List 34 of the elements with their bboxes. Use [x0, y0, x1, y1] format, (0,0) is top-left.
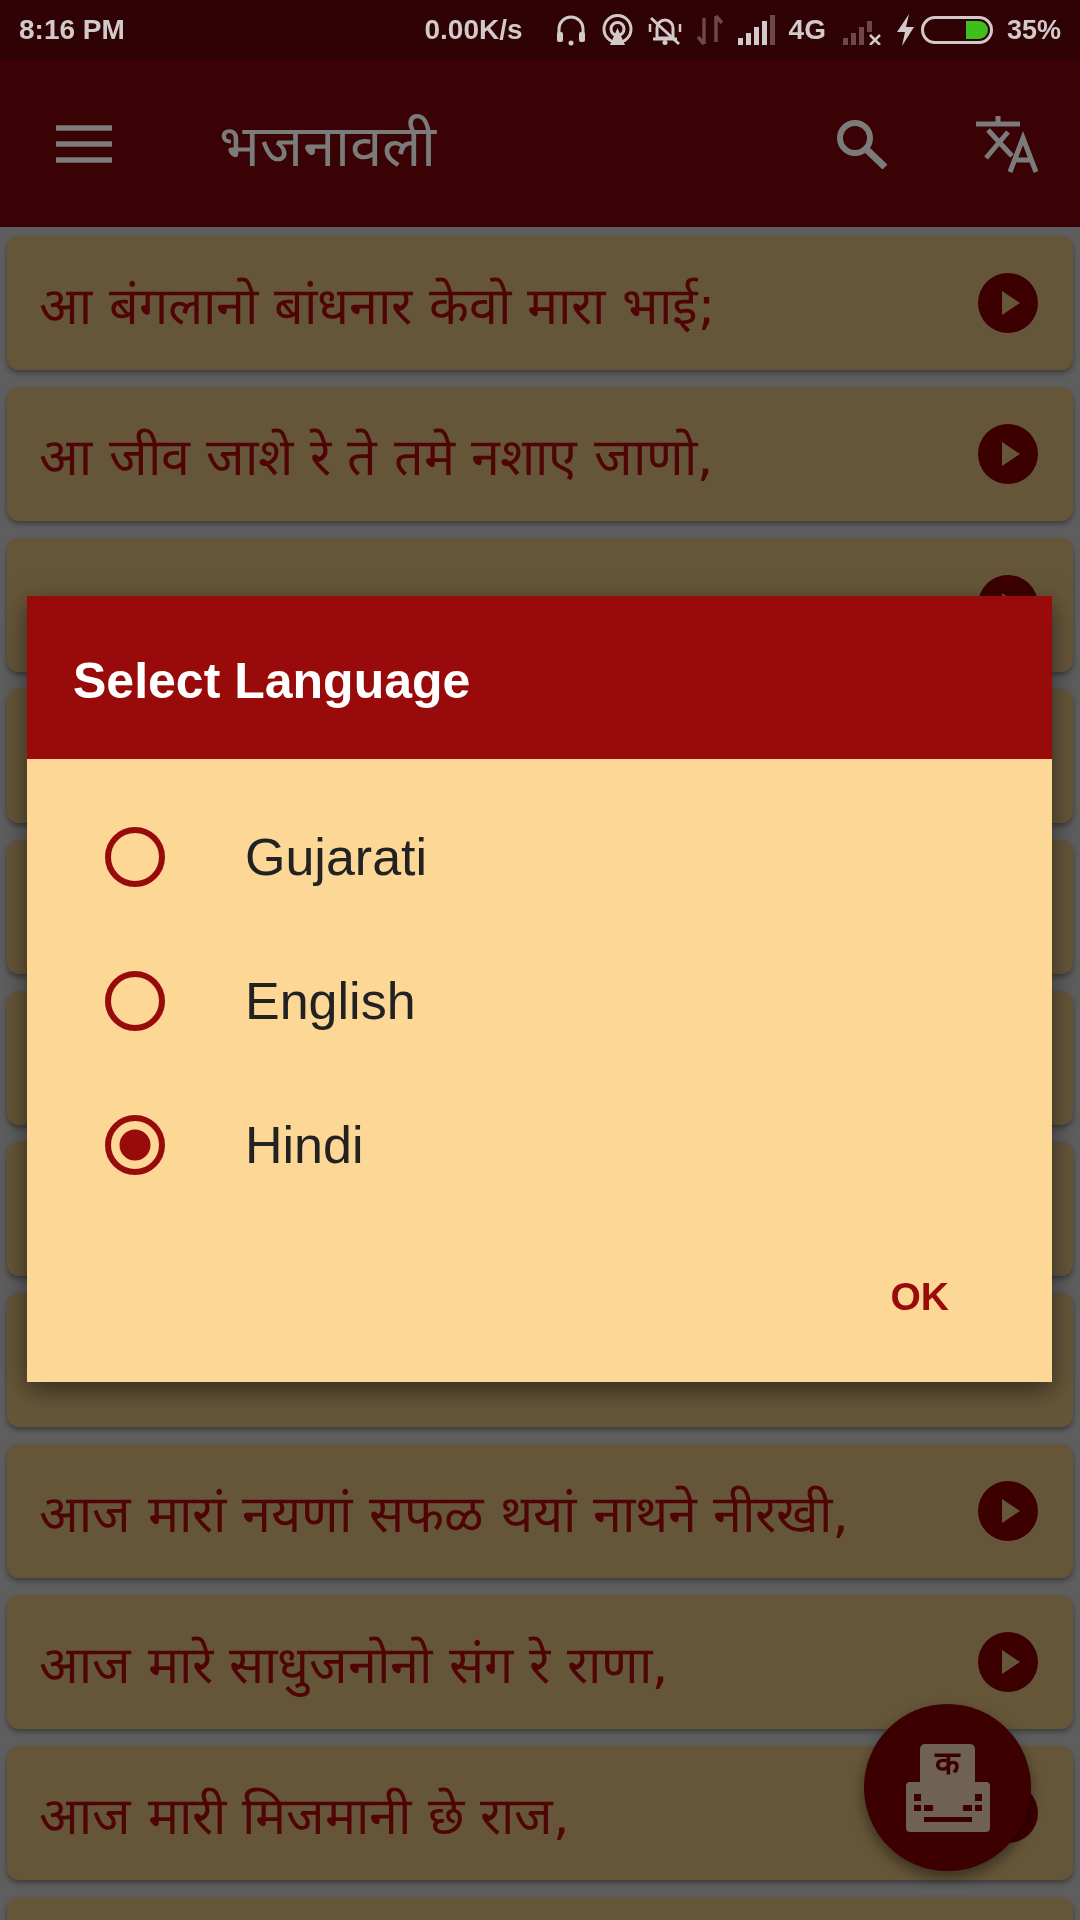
play-icon[interactable]	[978, 1632, 1038, 1692]
song-title: आ जीव जाशे रे ते तमे नशाए जाणो,	[39, 425, 714, 489]
headset-icon	[554, 14, 587, 46]
song-title: आज मारे साधुजनोनो संग रे राणा,	[39, 1633, 669, 1698]
song-title: आ बंगलानो बांधनार केवो मारा भाई;	[39, 274, 716, 338]
network-type: 4G	[788, 14, 826, 46]
app-title: भजनावली	[219, 111, 436, 182]
play-icon[interactable]	[978, 1481, 1038, 1541]
dialog-title: Select Language	[73, 651, 471, 710]
language-option[interactable]: Gujarati	[27, 785, 1052, 929]
song-card[interactable]: आ बंगलानो बांधनार केवो मारा भाई;	[7, 236, 1073, 370]
song-title: आज मारी मिजमानी छे राज,	[39, 1784, 570, 1848]
song-title: आज मारां नयणां सफळ थयां नाथने नीरखी,	[39, 1482, 849, 1546]
search-icon[interactable]	[836, 118, 888, 169]
network-speed: 0.00K/s	[424, 14, 523, 46]
translate-icon[interactable]	[974, 113, 1040, 174]
menu-icon[interactable]	[56, 124, 112, 163]
battery-percent: 35%	[1006, 14, 1061, 46]
keyboard-icon	[905, 1781, 990, 1832]
hotspot-icon	[600, 13, 634, 47]
song-card[interactable]: आ जीव जाशे रे ते तमे नशाए जाणो,	[7, 387, 1073, 521]
play-icon[interactable]	[978, 273, 1038, 333]
bell-off-icon	[647, 14, 682, 46]
data-arrows-icon	[695, 14, 724, 46]
status-time: 8:16 PM	[19, 14, 125, 46]
battery-icon	[920, 16, 993, 44]
song-card[interactable]: आज मारे साधुजनोनो संग रे राणा,	[7, 1595, 1073, 1729]
signal-icon	[737, 15, 775, 45]
play-icon[interactable]	[978, 424, 1038, 484]
language-option[interactable]: Hindi	[27, 1073, 1052, 1217]
ok-button[interactable]: OK	[866, 1255, 973, 1339]
language-option[interactable]: English	[27, 929, 1052, 1073]
charging-bolt-icon	[895, 14, 915, 46]
song-card[interactable]: आज मारां नयणां सफळ थयां नाथने नीरखी,	[7, 1444, 1073, 1578]
